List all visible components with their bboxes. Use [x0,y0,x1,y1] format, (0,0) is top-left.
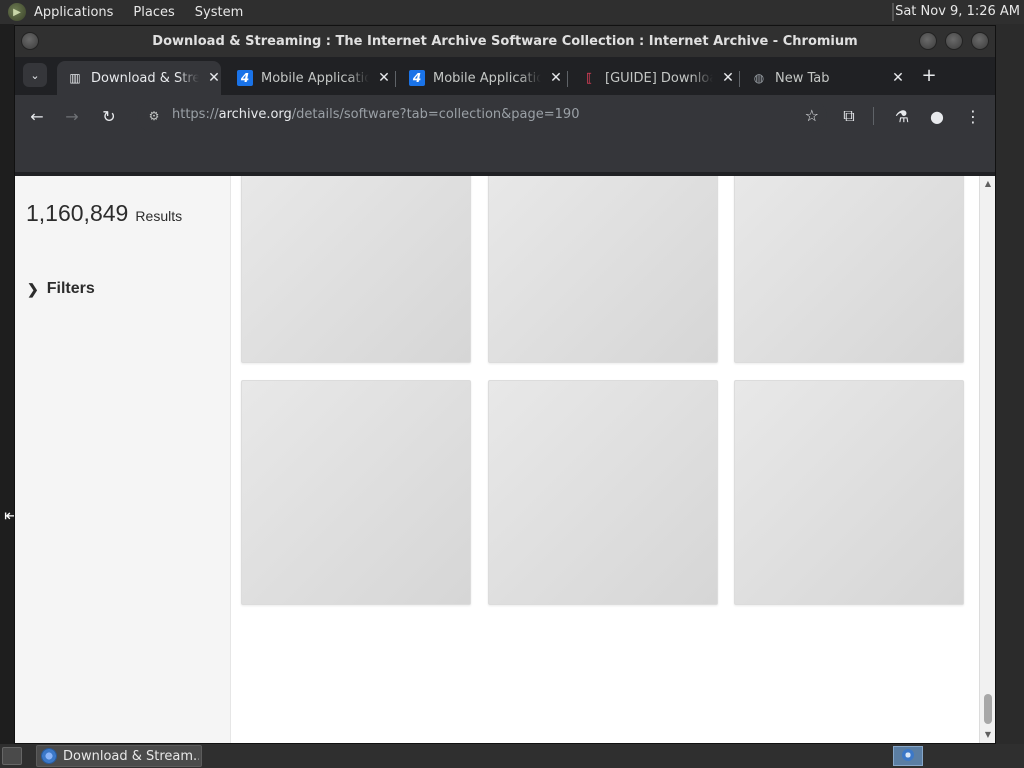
desktop-background [0,24,14,744]
results-label: Results [135,208,183,224]
close-tab-icon[interactable]: ✕ [207,70,221,86]
tab-title: Download & Streaming [91,70,199,86]
taskbar-window-label: Download & Stream... [63,748,199,764]
four-icon: 4 [409,70,425,86]
window-title: Download & Streaming : The Internet Arch… [152,34,858,49]
applications-logo-icon[interactable]: ▶ [8,3,26,21]
tab-title: Mobile Applications [261,70,369,86]
menu-applications[interactable]: Applications [34,5,113,20]
close-tab-icon[interactable]: ✕ [549,70,563,86]
page-viewport: 1,160,849 Results ❯ Filters ▲ ▼ [15,176,995,743]
toolbar-spacer [15,137,995,172]
top-panel: ▶ Applications Places System Sat Nov 9, … [0,0,1024,24]
tab-mobile-applications-1[interactable]: 4 Mobile Applications ✕ [227,61,391,95]
guide-icon: ⟦ [586,71,592,85]
reload-icon[interactable]: ↻ [97,104,121,128]
tab-download-streaming[interactable]: ▥ Download & Streaming ✕ [57,61,221,95]
close-tab-icon[interactable]: ✕ [377,70,391,86]
tab-new-tab[interactable]: ◍ New Tab ✕ [741,61,905,95]
tab-title: [GUIDE] Download [605,70,713,86]
tab-search-button[interactable]: ⌄ [23,63,47,87]
four-icon: 4 [237,70,253,86]
url-text[interactable]: https://archive.org/details/software?tab… [172,107,579,122]
results-sidebar: 1,160,849 Results ❯ Filters [15,176,231,743]
close-window-button[interactable] [971,32,989,50]
result-tile-placeholder[interactable] [488,176,718,363]
tab-separator [395,71,396,87]
profile-avatar-icon[interactable]: ● [925,104,949,128]
browser-toolbar: ← → ↻ ⚙ https://archive.org/details/soft… [15,95,995,137]
chevron-right-icon: ❯ [27,280,39,297]
result-tile-placeholder[interactable] [734,176,964,363]
panel-divider [892,3,894,21]
browser-window: Download & Streaming : The Internet Arch… [14,25,996,744]
tab-separator [567,71,568,87]
clock[interactable]: Sat Nov 9, 1:26 AM [895,4,1020,19]
tab-guide-download[interactable]: ⟦ [GUIDE] Download ✕ [571,61,735,95]
menu-system[interactable]: System [195,5,243,20]
scroll-up-arrow-icon[interactable]: ▲ [980,177,995,191]
taskbar-window-button[interactable]: Download & Stream... [36,745,202,767]
site-info-icon[interactable]: ⚙ [145,107,163,125]
scroll-down-arrow-icon[interactable]: ▼ [980,728,995,742]
result-tile-placeholder[interactable] [488,380,718,605]
results-count: 1,160,849 [26,200,129,226]
toolbar-separator [873,107,874,125]
maximize-button[interactable] [945,32,963,50]
result-tile-placeholder[interactable] [734,380,964,605]
chromium-icon [41,748,57,764]
new-tab-plus-icon[interactable]: + [917,65,941,89]
bottom-taskbar: Download & Stream... [0,744,1024,768]
close-tab-icon[interactable]: ✕ [721,70,735,86]
scrollbar-thumb[interactable] [984,694,992,724]
tab-mobile-applications-2[interactable]: 4 Mobile Applications ✕ [399,61,563,95]
bookmark-star-icon[interactable]: ☆ [805,106,819,125]
url-host: archive.org [218,107,292,122]
minimize-button[interactable] [919,32,937,50]
chevron-down-icon: ⌄ [30,68,40,82]
results-summary: 1,160,849 Results [26,200,182,227]
filters-label: Filters [46,280,95,297]
menu-places[interactable]: Places [133,5,174,20]
tab-separator [739,71,740,87]
back-arrow-icon[interactable]: ← [25,104,49,128]
window-menu-button[interactable] [21,32,39,50]
window-titlebar[interactable]: Download & Streaming : The Internet Arch… [15,26,995,57]
extensions-puzzle-icon[interactable]: ⧉ [837,104,861,128]
labs-flask-icon[interactable]: ⚗ [890,104,914,128]
forward-arrow-icon[interactable]: → [60,104,84,128]
result-tile-placeholder[interactable] [241,380,471,605]
address-bar[interactable]: ⚙ https://archive.org/details/software?t… [137,100,827,132]
tab-strip: ⌄ ▥ Download & Streaming ✕ 4 Mobile Appl… [15,57,995,95]
url-scheme: https:// [172,107,219,122]
filters-toggle[interactable]: ❯ Filters [27,280,95,298]
page-scrollbar[interactable]: ▲ ▼ [979,176,995,743]
globe-icon: ◍ [753,71,765,85]
result-tile-placeholder[interactable] [241,176,471,363]
tab-title: Mobile Applications [433,70,541,86]
close-tab-icon[interactable]: ✕ [891,70,905,86]
tab-title: New Tab [775,70,830,86]
archive-icon: ▥ [69,71,81,85]
workspace-window-icon [902,749,914,761]
show-desktop-icon[interactable] [2,747,22,765]
menu-kebab-icon[interactable]: ⋮ [961,104,985,128]
url-path: /details/software?tab=collection&page=19… [291,107,580,122]
